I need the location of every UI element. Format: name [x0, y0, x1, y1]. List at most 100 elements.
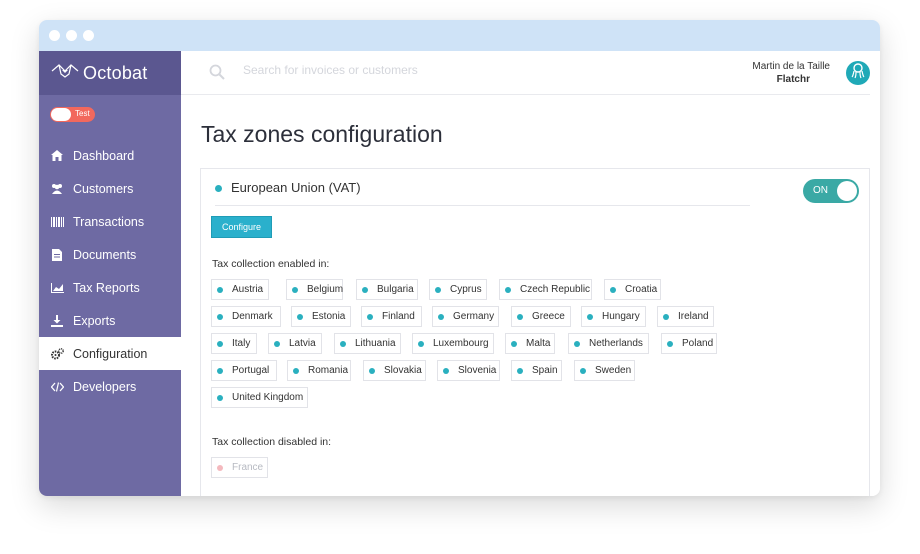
country-tag[interactable]: Czech Republic [499, 279, 592, 300]
sidebar-item-label: Configuration [73, 346, 148, 361]
configure-button[interactable]: Configure [211, 216, 272, 238]
country-tag[interactable]: Romania [287, 360, 351, 381]
download-icon [50, 314, 64, 328]
zone-name: European Union (VAT) [231, 180, 361, 195]
window-minimize-dot[interactable] [66, 30, 77, 41]
sidebar-item-developers[interactable]: Developers [39, 370, 181, 403]
country-tag[interactable]: Spain [511, 360, 562, 381]
country-name: Netherlands [589, 338, 643, 349]
sidebar-item-configuration[interactable]: Configuration [39, 337, 181, 370]
brand-name: Octobat [83, 62, 148, 83]
octopus-icon [851, 62, 865, 84]
country-tag[interactable]: Sweden [574, 360, 635, 381]
country-tag-disabled[interactable]: France [211, 457, 268, 478]
sidebar: Octobat Test Dashboard Customers Transac… [39, 51, 181, 496]
users-icon [50, 182, 64, 196]
zone-enabled-toggle[interactable]: ON [803, 179, 859, 203]
country-tag[interactable]: United Kingdom [211, 387, 308, 408]
country-tag[interactable]: Croatia [604, 279, 661, 300]
country-name: Sweden [595, 365, 632, 376]
country-status-dot [505, 287, 511, 293]
gears-icon [50, 347, 64, 361]
country-tag[interactable]: Portugal [211, 360, 277, 381]
country-tag[interactable]: Austria [211, 279, 269, 300]
country-status-dot [369, 368, 375, 374]
country-tag[interactable]: Luxembourg [412, 333, 494, 354]
country-tag[interactable]: Malta [505, 333, 555, 354]
country-status-dot [511, 341, 517, 347]
sidebar-item-documents[interactable]: Documents [39, 238, 181, 271]
sidebar-item-label: Customers [73, 181, 134, 196]
country-name: Greece [532, 311, 565, 322]
document-icon [50, 248, 64, 262]
avatar[interactable] [846, 61, 870, 85]
sidebar-item-label: Developers [73, 379, 137, 394]
enabled-section-label: Tax collection enabled in: [212, 258, 330, 270]
logo[interactable]: Octobat [39, 51, 181, 95]
country-status-dot [663, 314, 669, 320]
country-name: Croatia [625, 284, 658, 295]
window-close-dot[interactable] [49, 30, 60, 41]
country-status-dot [217, 368, 223, 374]
country-tag[interactable]: Lithuania [334, 333, 401, 354]
country-name: United Kingdom [232, 392, 304, 403]
country-tag[interactable]: Latvia [268, 333, 322, 354]
country-tag[interactable]: Italy [211, 333, 257, 354]
country-status-dot [340, 341, 346, 347]
search-input[interactable] [243, 63, 543, 77]
country-name: Spain [532, 365, 558, 376]
tax-zone-card: European Union (VAT) ON Configure Tax co… [200, 168, 870, 496]
zone-header: European Union (VAT) [215, 180, 750, 206]
country-tag[interactable]: Poland [661, 333, 717, 354]
toggle-knob [51, 108, 71, 121]
country-status-dot [438, 314, 444, 320]
country-status-dot [297, 314, 303, 320]
sidebar-item-transactions[interactable]: Transactions [39, 205, 181, 238]
country-name: Portugal [232, 365, 270, 376]
country-name: Cyprus [450, 284, 482, 295]
country-tag[interactable]: Slovenia [437, 360, 500, 381]
country-tag[interactable]: Netherlands [568, 333, 649, 354]
country-status-dot [517, 368, 523, 374]
sidebar-item-dashboard[interactable]: Dashboard [39, 139, 181, 172]
country-name: Luxembourg [433, 338, 489, 349]
country-name: Italy [232, 338, 251, 349]
country-name: Hungary [602, 311, 640, 322]
country-name: Bulgaria [377, 284, 414, 295]
search-icon[interactable] [209, 64, 225, 85]
main-content: Martin de la Taille Flatchr Tax zones co… [181, 51, 880, 496]
country-tag[interactable]: Germany [432, 306, 499, 327]
country-tag[interactable]: Estonia [291, 306, 351, 327]
country-tag[interactable]: Cyprus [429, 279, 487, 300]
country-tag[interactable]: Finland [361, 306, 422, 327]
sidebar-item-label: Documents [73, 247, 137, 262]
country-status-dot [292, 287, 298, 293]
disabled-section-label: Tax collection disabled in: [212, 436, 332, 448]
country-status-dot [362, 287, 368, 293]
code-icon [50, 380, 64, 394]
sidebar-item-exports[interactable]: Exports [39, 304, 181, 337]
country-tag[interactable]: Ireland [657, 306, 714, 327]
country-status-dot [217, 314, 223, 320]
country-status-dot [574, 341, 580, 347]
user-name: Martin de la Taille [752, 61, 830, 72]
user-menu[interactable]: Martin de la Taille Flatchr [752, 60, 830, 86]
country-tag[interactable]: Slovakia [363, 360, 426, 381]
disabled-countries: France [211, 457, 741, 482]
test-mode-toggle[interactable]: Test [50, 107, 95, 122]
octobat-logo-icon [51, 63, 79, 84]
country-tag[interactable]: Hungary [581, 306, 646, 327]
country-status-dot [293, 368, 299, 374]
country-status-dot [217, 341, 223, 347]
window-titlebar [39, 20, 880, 51]
country-status-dot [274, 341, 280, 347]
sidebar-item-customers[interactable]: Customers [39, 172, 181, 205]
window-maximize-dot[interactable] [83, 30, 94, 41]
country-tag[interactable]: Bulgaria [356, 279, 418, 300]
country-name: Malta [526, 338, 551, 349]
country-tag[interactable]: Belgium [286, 279, 343, 300]
country-tag[interactable]: Greece [511, 306, 571, 327]
country-tag[interactable]: Denmark [211, 306, 281, 327]
country-status-dot [517, 314, 523, 320]
sidebar-item-tax-reports[interactable]: Tax Reports [39, 271, 181, 304]
